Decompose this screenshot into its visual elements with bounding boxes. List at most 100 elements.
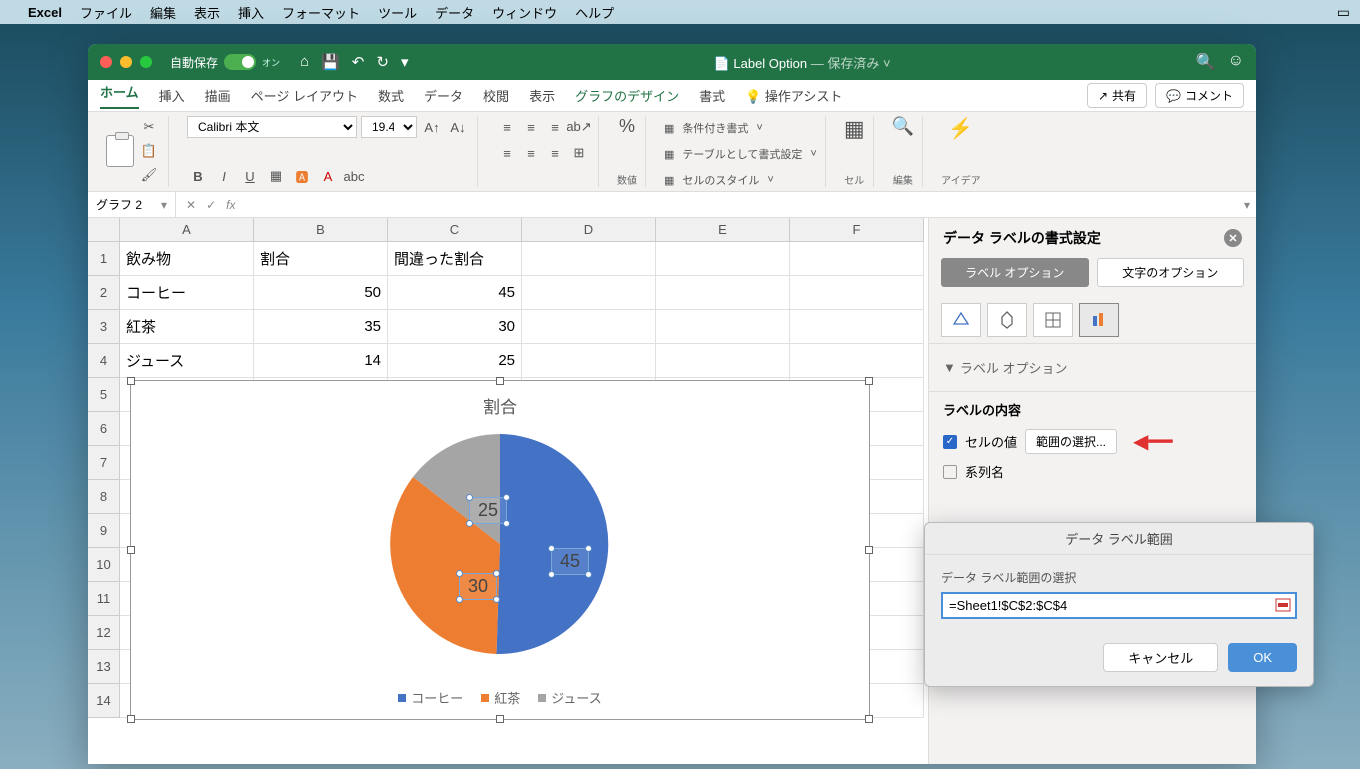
select-all-corner[interactable] bbox=[88, 218, 120, 242]
cell[interactable]: 30 bbox=[388, 310, 522, 344]
align-center-icon[interactable]: ≡ bbox=[520, 142, 542, 164]
format-painter-icon[interactable]: 🖌 bbox=[138, 164, 160, 186]
cell[interactable] bbox=[522, 344, 656, 378]
orientation-icon[interactable]: ab↗ bbox=[568, 116, 590, 138]
checkbox-series-name[interactable] bbox=[943, 465, 957, 479]
menu-help[interactable]: ヘルプ bbox=[575, 3, 614, 22]
cell[interactable]: コーヒー bbox=[120, 276, 254, 310]
airplay-icon[interactable]: ▭ bbox=[1337, 4, 1350, 21]
copy-icon[interactable]: 📋 bbox=[138, 140, 160, 162]
row-header[interactable]: 1 bbox=[88, 242, 120, 276]
legend-juice[interactable]: ジュース bbox=[538, 688, 601, 707]
row-header[interactable]: 8 bbox=[88, 480, 120, 514]
cell[interactable] bbox=[656, 242, 790, 276]
cancel-button[interactable]: キャンセル bbox=[1103, 643, 1218, 672]
menu-file[interactable]: ファイル bbox=[80, 3, 132, 22]
chart-handle[interactable] bbox=[127, 546, 135, 554]
name-box[interactable]: グラフ 2 ▾ bbox=[88, 192, 176, 217]
tab-text-options[interactable]: 文字のオプション bbox=[1097, 258, 1245, 287]
merge-icon[interactable]: ⊞ bbox=[568, 142, 590, 164]
cell[interactable] bbox=[522, 276, 656, 310]
search-icon[interactable]: 🔍 bbox=[1196, 52, 1216, 72]
border-icon[interactable]: ▦ bbox=[265, 165, 287, 187]
cell[interactable]: ジュース bbox=[120, 344, 254, 378]
underline-button[interactable]: U bbox=[239, 165, 261, 187]
increase-font-icon[interactable]: A↑ bbox=[421, 116, 443, 138]
cell[interactable]: 飲み物 bbox=[120, 242, 254, 276]
align-bottom-icon[interactable]: ≡ bbox=[544, 116, 566, 138]
percent-icon[interactable]: % bbox=[619, 116, 635, 137]
qat-dropdown-icon[interactable]: ▾ bbox=[401, 53, 409, 71]
fx-icon[interactable]: fx bbox=[226, 198, 235, 212]
data-label-tea[interactable]: 30 bbox=[459, 573, 497, 600]
row-header[interactable]: 14 bbox=[88, 684, 120, 718]
font-color-icon[interactable]: A bbox=[317, 165, 339, 187]
align-right-icon[interactable]: ≡ bbox=[544, 142, 566, 164]
row-header[interactable]: 11 bbox=[88, 582, 120, 616]
maximize-button[interactable] bbox=[140, 56, 152, 68]
cell[interactable] bbox=[656, 276, 790, 310]
close-panel-icon[interactable]: ✕ bbox=[1224, 229, 1242, 247]
tab-format[interactable]: 書式 bbox=[699, 86, 725, 105]
cell[interactable]: 25 bbox=[388, 344, 522, 378]
menu-tools[interactable]: ツール bbox=[378, 3, 417, 22]
chart-handle[interactable] bbox=[127, 715, 135, 723]
font-name-select[interactable]: Calibri 本文 bbox=[187, 116, 357, 138]
paste-icon[interactable] bbox=[106, 135, 134, 167]
align-middle-icon[interactable]: ≡ bbox=[520, 116, 542, 138]
save-icon[interactable]: 💾 bbox=[321, 53, 340, 71]
decrease-font-icon[interactable]: A↓ bbox=[447, 116, 469, 138]
tab-formulas[interactable]: 数式 bbox=[378, 86, 404, 105]
menu-view[interactable]: 表示 bbox=[194, 3, 220, 22]
data-label-coffee[interactable]: 45 bbox=[551, 548, 589, 575]
row-header[interactable]: 12 bbox=[88, 616, 120, 650]
tab-draw[interactable]: 描画 bbox=[205, 86, 231, 105]
tab-home[interactable]: ホーム bbox=[100, 82, 139, 109]
close-button[interactable] bbox=[100, 56, 112, 68]
autosave-toggle[interactable] bbox=[224, 54, 256, 70]
select-range-button[interactable]: 範囲の選択... bbox=[1025, 429, 1117, 454]
row-header[interactable]: 9 bbox=[88, 514, 120, 548]
cell[interactable]: 紅茶 bbox=[120, 310, 254, 344]
align-top-icon[interactable]: ≡ bbox=[496, 116, 518, 138]
comments-button[interactable]: 💬 コメント bbox=[1155, 83, 1244, 108]
cell[interactable] bbox=[656, 344, 790, 378]
tab-insert[interactable]: 挿入 bbox=[159, 86, 185, 105]
row-header[interactable]: 7 bbox=[88, 446, 120, 480]
worksheet[interactable]: A B C D E F 1 2 3 4 5 6 7 8 9 10 11 12 1… bbox=[88, 218, 928, 764]
size-props-icon[interactable] bbox=[1033, 303, 1073, 337]
align-left-icon[interactable]: ≡ bbox=[496, 142, 518, 164]
row-header[interactable]: 5 bbox=[88, 378, 120, 412]
find-icon[interactable]: 🔍 bbox=[892, 116, 914, 137]
cell[interactable]: 間違った割合 bbox=[388, 242, 522, 276]
tab-review[interactable]: 校閲 bbox=[483, 86, 509, 105]
chart-title[interactable]: 割合 bbox=[131, 381, 869, 424]
undo-icon[interactable]: ↶ bbox=[352, 53, 365, 71]
cell[interactable] bbox=[522, 242, 656, 276]
col-header[interactable]: B bbox=[254, 218, 388, 242]
effects-icon[interactable] bbox=[987, 303, 1027, 337]
tab-view[interactable]: 表示 bbox=[529, 86, 555, 105]
row-header[interactable]: 3 bbox=[88, 310, 120, 344]
chart-handle[interactable] bbox=[496, 377, 504, 385]
menubar-app[interactable]: Excel bbox=[28, 5, 62, 20]
enter-formula-icon[interactable]: ✓ bbox=[206, 198, 216, 212]
menu-edit[interactable]: 編集 bbox=[150, 3, 176, 22]
menu-window[interactable]: ウィンドウ bbox=[492, 3, 557, 22]
cell-styles-button[interactable]: ▦ セルのスタイル ˅ bbox=[664, 168, 774, 192]
cell[interactable]: 35 bbox=[254, 310, 388, 344]
cond-format-button[interactable]: ▦ 条件付き書式 ˅ bbox=[664, 116, 763, 140]
row-header[interactable]: 10 bbox=[88, 548, 120, 582]
chart-handle[interactable] bbox=[127, 377, 135, 385]
cell[interactable]: 50 bbox=[254, 276, 388, 310]
home-icon[interactable]: ⌂ bbox=[300, 53, 309, 71]
range-input[interactable]: =Sheet1!$C$2:$C$4 bbox=[941, 592, 1297, 619]
account-icon[interactable]: ☺ bbox=[1228, 52, 1244, 72]
legend-tea[interactable]: 紅茶 bbox=[481, 688, 520, 707]
menu-data[interactable]: データ bbox=[435, 3, 474, 22]
row-header[interactable]: 4 bbox=[88, 344, 120, 378]
tab-chart-design[interactable]: グラフのデザイン bbox=[575, 86, 679, 105]
ideas-icon[interactable]: ⚡ bbox=[948, 116, 973, 141]
cell[interactable] bbox=[790, 242, 924, 276]
col-header[interactable]: E bbox=[656, 218, 790, 242]
